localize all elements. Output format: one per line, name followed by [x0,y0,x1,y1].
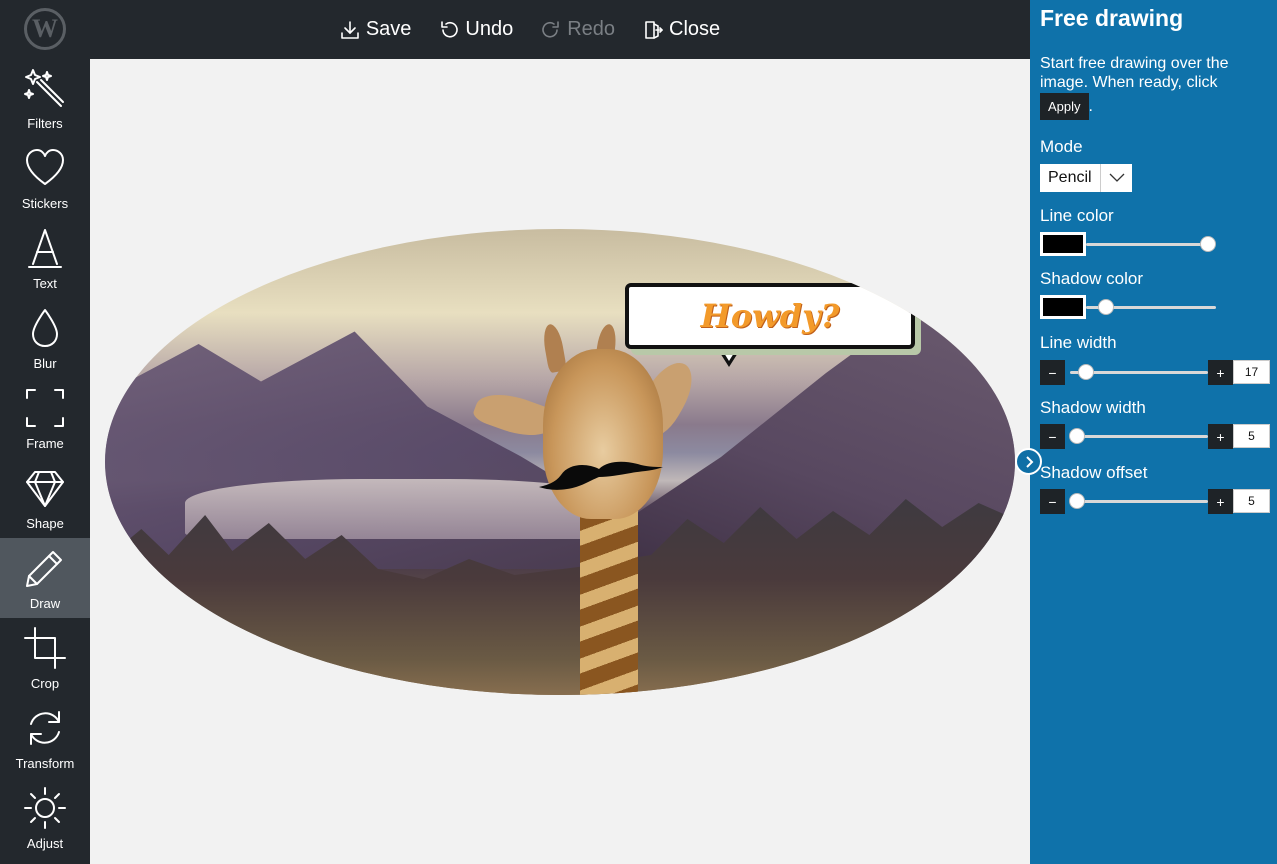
shadow-width-slider-track[interactable] [1070,435,1208,438]
tool-label: Filters [27,116,63,131]
tool-label: Crop [30,676,60,691]
rotate-icon [30,711,60,745]
tool-frame[interactable]: Frame [0,378,90,458]
tool-stickers[interactable]: Stickers [0,138,90,218]
shadow-offset-increment-button[interactable]: + [1208,489,1233,514]
shadow-width-slider-thumb[interactable] [1069,428,1085,444]
download-icon [341,20,359,39]
shadow-color-label: Shadow color [1040,269,1144,288]
mode-select[interactable]: Pencil [1040,164,1132,192]
redo-label: Redo [567,18,616,40]
shadow-width-increment-button[interactable]: + [1208,424,1233,449]
description-period: . [1088,98,1093,115]
undo-label: Undo [465,18,514,40]
line-color-slider-track[interactable] [1086,243,1208,246]
save-button[interactable]: Save [340,18,412,41]
line-color-label: Line color [1040,206,1114,225]
undo-button[interactable]: Undo [439,18,513,41]
bubble-text: Howdy? [700,297,840,335]
shadow-offset-decrement-button[interactable]: − [1040,489,1065,514]
save-label: Save [365,18,412,40]
description-text: Start free drawing over the image. When … [1040,55,1229,91]
tool-label: Adjust [26,836,64,851]
tool-shape[interactable]: Shape [0,458,90,538]
line-width-input[interactable]: 17 [1233,360,1270,384]
pencil-icon [26,551,62,587]
tool-transform[interactable]: Transform [0,698,90,778]
drawn-mustache[interactable] [537,457,665,497]
speech-bubble-sticker[interactable]: Howdy? [625,283,915,349]
text-a-icon [28,229,62,268]
giraffe-neck [580,499,638,695]
tool-label: Frame [26,436,64,451]
redo-button[interactable]: Redo [541,18,615,41]
frame-corners-icon [26,389,64,427]
tool-sidebar: W Filters Stickers Text Blur Frame Shape… [0,0,90,864]
tool-filters[interactable]: Filters [0,58,90,138]
tool-label: Text [33,276,57,291]
tool-label: Transform [15,756,75,771]
shadow-offset-slider-thumb[interactable] [1069,493,1085,509]
image-canvas[interactable]: Howdy? [90,59,1030,864]
shadow-color-swatch[interactable] [1040,295,1086,319]
tool-crop[interactable]: Crop [0,618,90,698]
shadow-width-decrement-button[interactable]: − [1040,424,1065,449]
line-width-decrement-button[interactable]: − [1040,360,1065,385]
tool-label: Shape [26,516,64,531]
line-color-slider-thumb[interactable] [1200,236,1216,252]
tool-blur[interactable]: Blur [0,298,90,378]
shadow-width-input[interactable]: 5 [1233,424,1270,448]
chevron-right-icon [1025,455,1033,468]
wordpress-logo[interactable]: W [0,0,90,58]
shadow-offset-label: Shadow offset [1040,463,1148,482]
tool-label: Draw [29,596,61,611]
line-color-swatch[interactable] [1040,232,1086,256]
top-toolbar: Save Undo Redo Close [90,0,1030,59]
tool-label: Blur [33,356,57,371]
sun-icon [24,787,66,829]
redo-icon [542,20,560,38]
chevron-down-icon [1100,164,1132,192]
tool-label: Stickers [21,196,69,211]
tool-draw[interactable]: Draw [0,538,90,618]
shadow-offset-input[interactable]: 5 [1233,489,1270,513]
droplet-icon [32,309,58,347]
crop-icon [24,627,66,669]
line-width-increment-button[interactable]: + [1208,360,1233,385]
panel-description: Start free drawing over the image. When … [1040,54,1270,120]
wordpress-icon: W [24,8,66,50]
free-drawing-panel: Free drawing Start free drawing over the… [1030,0,1277,864]
shadow-width-label: Shadow width [1040,398,1146,417]
diamond-icon [26,471,64,507]
collapse-panel-button[interactable] [1015,448,1042,475]
close-label: Close [669,18,721,40]
shadow-offset-slider-track[interactable] [1070,500,1208,503]
mode-value: Pencil [1048,169,1092,186]
edited-photo[interactable]: Howdy? [105,229,1015,695]
tool-text[interactable]: Text [0,218,90,298]
undo-icon [441,20,459,38]
line-width-slider-thumb[interactable] [1078,364,1094,380]
tool-adjust[interactable]: Adjust [0,778,90,858]
panel-title: Free drawing [1040,5,1184,31]
heart-icon [26,149,64,185]
magic-wand-icon [24,69,64,107]
apply-button[interactable]: Apply [1040,93,1089,120]
close-button[interactable]: Close [643,18,720,41]
mode-label: Mode [1040,137,1083,156]
line-width-label: Line width [1040,333,1117,352]
shadow-color-slider-thumb[interactable] [1098,299,1114,315]
exit-door-icon [645,20,663,39]
